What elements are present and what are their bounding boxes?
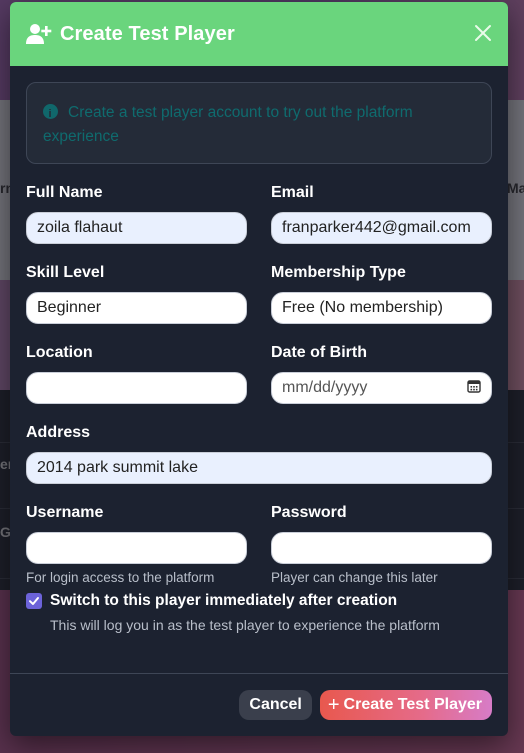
skill-level-select[interactable]: Beginner (26, 292, 247, 324)
date-of-birth-field: Date of Birth mm/dd/yyyy (271, 343, 492, 423)
password-label: Password (271, 504, 347, 521)
full-name-label: Full Name (26, 184, 103, 201)
switch-checkbox-label[interactable]: Switch to this player immediately after … (50, 591, 397, 611)
password-hint: Player can change this later (271, 570, 438, 585)
plus-icon: + (327, 694, 340, 716)
calendar-icon[interactable] (467, 379, 481, 398)
location-input[interactable] (26, 372, 247, 404)
skill-level-field: Skill Level Beginner (26, 263, 247, 343)
email-input[interactable]: franparker442@gmail.com (271, 212, 492, 244)
date-of-birth-input[interactable]: mm/dd/yyyy (271, 372, 492, 404)
create-button-label: Create Test Player (343, 696, 482, 713)
switch-checkbox[interactable] (26, 593, 42, 609)
skill-level-label: Skill Level (26, 264, 105, 281)
date-of-birth-label: Date of Birth (271, 344, 367, 361)
membership-type-field: Membership Type Free (No membership) (271, 263, 492, 343)
password-field: Password Player can change this later (271, 503, 492, 589)
username-label: Username (26, 504, 104, 521)
info-text: Create a test player account to try out … (43, 104, 413, 145)
email-field: Email franparker442@gmail.com (271, 183, 492, 263)
switch-checkbox-row[interactable]: Switch to this player immediately after … (26, 591, 492, 611)
footer-divider (10, 673, 508, 674)
username-input[interactable] (26, 532, 247, 564)
switch-checkbox-description: This will log you in as the test player … (50, 617, 440, 633)
modal-body: Create a test player account to try out … (10, 66, 508, 633)
date-of-birth-placeholder: mm/dd/yyyy (282, 379, 368, 396)
location-label: Location (26, 344, 93, 361)
address-field: Address 2014 park summit lake (26, 423, 492, 503)
password-input[interactable] (271, 532, 492, 564)
full-name-field: Full Name zoila flahaut (26, 183, 247, 263)
checkmark-icon (29, 597, 39, 605)
username-hint: For login access to the platform (26, 570, 215, 585)
username-field: Username For login access to the platfor… (26, 503, 247, 589)
membership-type-label: Membership Type (271, 264, 406, 281)
membership-type-select[interactable]: Free (No membership) (271, 292, 492, 324)
location-field: Location (26, 343, 247, 423)
user-plus-icon (26, 22, 52, 46)
modal-footer: Cancel + Create Test Player (239, 690, 492, 720)
modal-header: Create Test Player (10, 2, 508, 66)
info-icon (43, 102, 58, 126)
player-form: Full Name zoila flahaut Email franparker… (26, 183, 492, 589)
info-alert: Create a test player account to try out … (26, 82, 492, 164)
close-button[interactable] (472, 22, 494, 44)
modal-title: Create Test Player (60, 22, 235, 45)
create-test-player-button[interactable]: + Create Test Player (319, 690, 492, 720)
address-input[interactable]: 2014 park summit lake (26, 452, 492, 484)
switch-player-option: Switch to this player immediately after … (26, 591, 492, 633)
close-icon (475, 25, 491, 41)
create-test-player-modal: Create Test Player Create a test player … (10, 2, 508, 736)
full-name-input[interactable]: zoila flahaut (26, 212, 247, 244)
email-label: Email (271, 184, 314, 201)
address-label: Address (26, 424, 91, 441)
cancel-button[interactable]: Cancel (239, 690, 312, 720)
